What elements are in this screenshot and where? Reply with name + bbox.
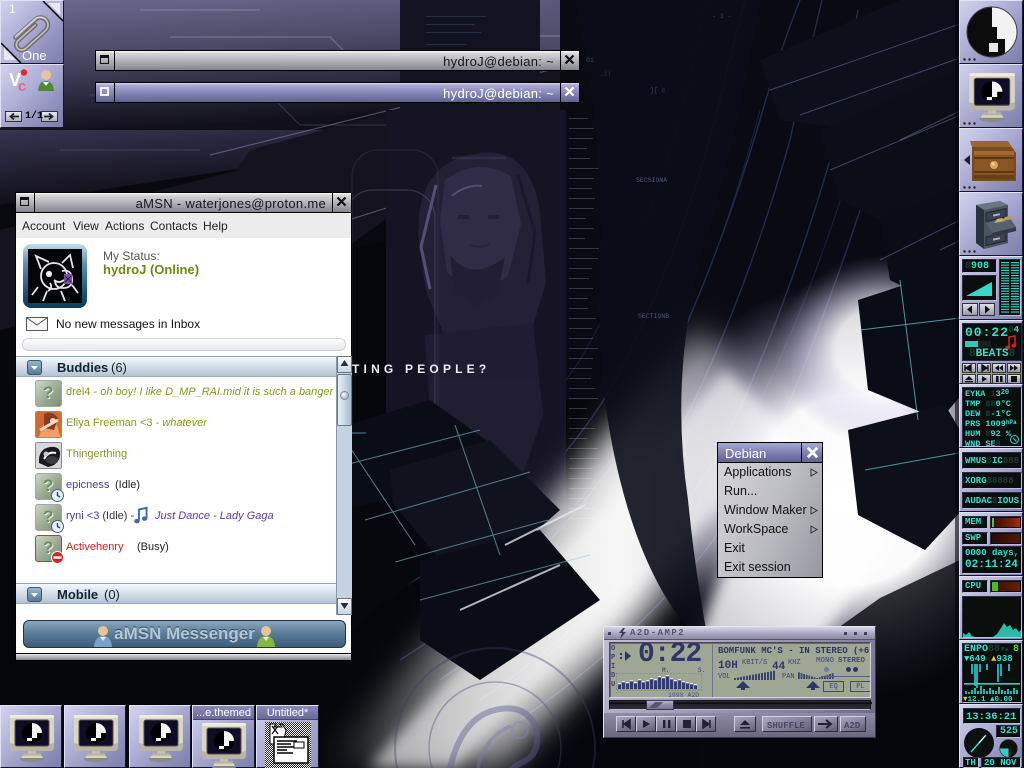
svg-text:SECTIONB: SECTIONB [638,313,669,320]
svg-text:A2D: A2D [844,721,861,731]
svg-text:01: 01 [586,57,594,64]
svg-text:c: c [18,78,26,91]
svg-text:TING PEOPLE?: TING PEOPLE? [352,362,490,376]
svg-text:_||: _|| [599,70,612,77]
svg-text:][ c: ][ c [650,87,666,94]
svg-text:SECSIONA: SECSIONA [636,177,667,184]
svg-text:- 3 -: - 3 - [712,13,732,20]
svg-text:SHUFFLE: SHUFFLE [767,721,805,731]
